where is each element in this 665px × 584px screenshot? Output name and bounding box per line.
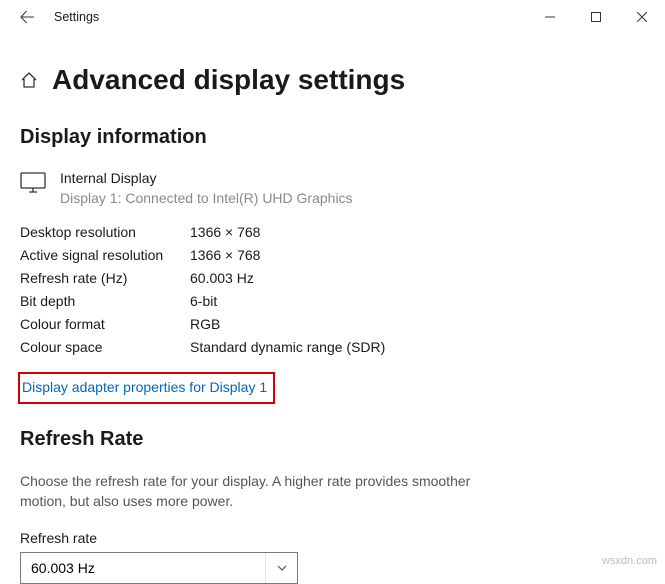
refresh-rate-dropdown[interactable]: 60.003 Hz — [20, 552, 298, 584]
refresh-rate-label: Refresh rate — [20, 530, 645, 546]
back-button[interactable] — [8, 0, 46, 34]
info-value: 1366 × 768 — [190, 224, 260, 240]
close-icon — [637, 12, 647, 22]
info-value: 6-bit — [190, 293, 217, 309]
info-row: Bit depth 6-bit — [20, 293, 645, 309]
content-area: Advanced display settings Display inform… — [0, 34, 665, 584]
info-label: Bit depth — [20, 293, 190, 309]
minimize-icon — [545, 12, 555, 22]
info-label: Colour format — [20, 316, 190, 332]
info-value: 1366 × 768 — [190, 247, 260, 263]
display-name: Internal Display — [60, 169, 353, 189]
info-value: Standard dynamic range (SDR) — [190, 339, 385, 355]
info-row: Desktop resolution 1366 × 768 — [20, 224, 645, 240]
info-row: Colour format RGB — [20, 316, 645, 332]
info-value: RGB — [190, 316, 220, 332]
window-title: Settings — [54, 10, 99, 24]
monitor-icon — [20, 171, 46, 208]
display-info-heading: Display information — [20, 126, 645, 149]
info-label: Refresh rate (Hz) — [20, 270, 190, 286]
page-title: Advanced display settings — [52, 64, 405, 96]
titlebar: Settings — [0, 0, 665, 34]
info-value: 60.003 Hz — [190, 270, 254, 286]
watermark: wsxdn.com — [602, 555, 657, 567]
maximize-button[interactable] — [573, 0, 619, 34]
back-arrow-icon — [19, 9, 35, 25]
info-row: Refresh rate (Hz) 60.003 Hz — [20, 270, 645, 286]
info-label: Colour space — [20, 339, 190, 355]
info-row: Active signal resolution 1366 × 768 — [20, 247, 645, 263]
display-connection: Display 1: Connected to Intel(R) UHD Gra… — [60, 189, 353, 209]
adapter-link-highlight: Display adapter properties for Display 1 — [18, 372, 275, 404]
info-row: Colour space Standard dynamic range (SDR… — [20, 339, 645, 355]
close-button[interactable] — [619, 0, 665, 34]
window-controls — [527, 0, 665, 34]
refresh-rate-selected: 60.003 Hz — [31, 560, 95, 576]
page-header: Advanced display settings — [20, 64, 645, 96]
info-label: Desktop resolution — [20, 224, 190, 240]
refresh-rate-description: Choose the refresh rate for your display… — [20, 471, 520, 512]
minimize-button[interactable] — [527, 0, 573, 34]
dropdown-chevron-box — [265, 553, 297, 583]
home-icon[interactable] — [20, 71, 38, 89]
display-adapter-link[interactable]: Display adapter properties for Display 1 — [20, 379, 267, 395]
info-label: Active signal resolution — [20, 247, 190, 263]
refresh-rate-heading: Refresh Rate — [20, 428, 645, 451]
maximize-icon — [591, 12, 601, 22]
chevron-down-icon — [276, 562, 288, 574]
display-info-table: Desktop resolution 1366 × 768 Active sig… — [20, 224, 645, 355]
display-card: Internal Display Display 1: Connected to… — [20, 169, 645, 208]
refresh-rate-section: Refresh Rate Choose the refresh rate for… — [20, 428, 645, 584]
